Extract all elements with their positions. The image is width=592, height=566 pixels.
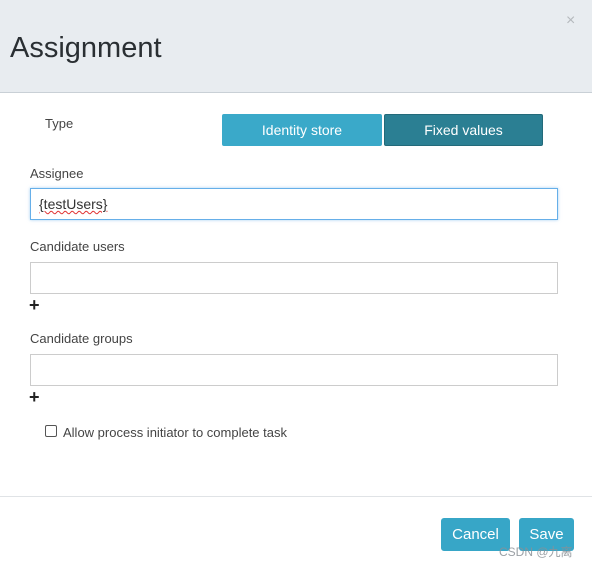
- close-icon[interactable]: ×: [566, 12, 575, 30]
- candidate-groups-input[interactable]: [30, 354, 558, 386]
- assignee-input[interactable]: {testUsers}: [30, 188, 558, 220]
- allow-initiator-checkbox[interactable]: [45, 425, 57, 437]
- assignee-label: Assignee: [30, 166, 84, 181]
- dialog-header: Assignment ×: [0, 0, 592, 93]
- type-label: Type: [45, 116, 74, 131]
- candidate-users-label: Candidate users: [30, 239, 125, 254]
- candidate-groups-label: Candidate groups: [30, 331, 133, 346]
- fixed-values-button[interactable]: Fixed values: [384, 114, 543, 146]
- add-candidate-user-icon[interactable]: +: [29, 296, 40, 314]
- watermark: CSDN @九离: [499, 545, 573, 559]
- dialog-title: Assignment: [10, 32, 162, 64]
- identity-store-button[interactable]: Identity store: [222, 114, 382, 146]
- allow-initiator-label: Allow process initiator to complete task: [63, 425, 287, 440]
- assignee-value: {testUsers}: [39, 196, 108, 212]
- candidate-users-input[interactable]: [30, 262, 558, 294]
- footer-divider: [0, 496, 592, 497]
- add-candidate-group-icon[interactable]: +: [29, 388, 40, 406]
